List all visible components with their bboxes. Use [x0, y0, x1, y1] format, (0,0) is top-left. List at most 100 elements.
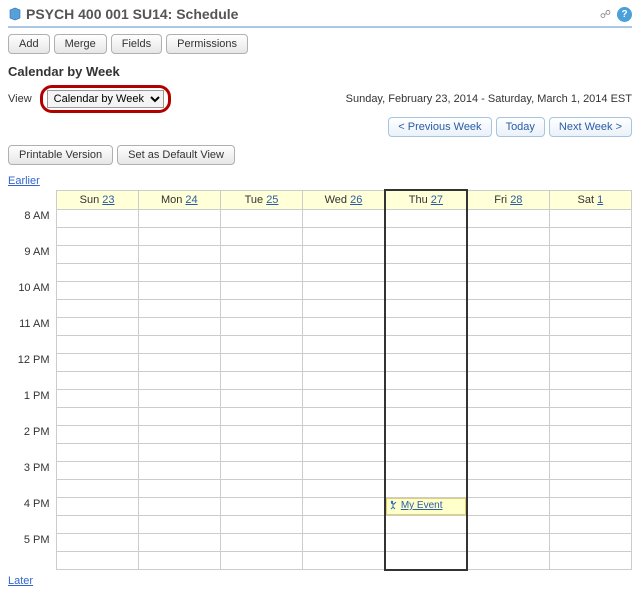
calendar-cell[interactable] — [385, 210, 467, 228]
calendar-cell[interactable] — [549, 354, 631, 372]
calendar-cell[interactable] — [385, 426, 467, 444]
calendar-cell[interactable] — [138, 318, 220, 336]
calendar-cell[interactable] — [56, 534, 138, 552]
calendar-cell[interactable] — [138, 354, 220, 372]
calendar-cell[interactable] — [467, 462, 549, 480]
calendar-cell[interactable] — [467, 228, 549, 246]
calendar-cell[interactable] — [467, 318, 549, 336]
day-number-link[interactable]: 25 — [266, 194, 278, 206]
calendar-cell[interactable]: My Event — [385, 498, 467, 516]
calendar-cell[interactable] — [467, 336, 549, 354]
help-icon[interactable]: ? — [617, 7, 632, 22]
calendar-cell[interactable] — [56, 480, 138, 498]
calendar-cell[interactable] — [220, 480, 302, 498]
calendar-cell[interactable] — [56, 282, 138, 300]
printable-button[interactable]: Printable Version — [8, 145, 113, 165]
calendar-cell[interactable] — [385, 228, 467, 246]
calendar-cell[interactable] — [385, 390, 467, 408]
calendar-cell[interactable] — [385, 408, 467, 426]
calendar-cell[interactable] — [303, 444, 385, 462]
calendar-cell[interactable] — [220, 318, 302, 336]
calendar-cell[interactable] — [385, 372, 467, 390]
calendar-cell[interactable] — [56, 318, 138, 336]
day-number-link[interactable]: 27 — [431, 194, 443, 206]
calendar-cell[interactable] — [303, 462, 385, 480]
calendar-cell[interactable] — [467, 552, 549, 570]
calendar-cell[interactable] — [303, 282, 385, 300]
calendar-cell[interactable] — [220, 336, 302, 354]
calendar-cell[interactable] — [56, 444, 138, 462]
fields-button[interactable]: Fields — [111, 34, 162, 54]
merge-button[interactable]: Merge — [54, 34, 107, 54]
calendar-cell[interactable] — [138, 282, 220, 300]
previous-week-button[interactable]: < Previous Week — [388, 117, 491, 137]
calendar-cell[interactable] — [385, 462, 467, 480]
calendar-cell[interactable] — [220, 444, 302, 462]
calendar-cell[interactable] — [56, 516, 138, 534]
calendar-cell[interactable] — [303, 336, 385, 354]
calendar-cell[interactable] — [467, 282, 549, 300]
day-number-link[interactable]: 1 — [597, 194, 603, 206]
calendar-cell[interactable] — [138, 408, 220, 426]
calendar-cell[interactable] — [138, 444, 220, 462]
calendar-cell[interactable] — [138, 228, 220, 246]
default-view-button[interactable]: Set as Default View — [117, 145, 235, 165]
calendar-cell[interactable] — [303, 426, 385, 444]
calendar-cell[interactable] — [385, 552, 467, 570]
calendar-cell[interactable] — [467, 372, 549, 390]
later-link[interactable]: Later — [8, 575, 33, 587]
calendar-cell[interactable] — [467, 444, 549, 462]
calendar-cell[interactable] — [467, 498, 549, 516]
calendar-cell[interactable] — [467, 426, 549, 444]
calendar-cell[interactable] — [138, 246, 220, 264]
calendar-cell[interactable] — [467, 300, 549, 318]
calendar-cell[interactable] — [138, 480, 220, 498]
calendar-cell[interactable] — [549, 552, 631, 570]
calendar-cell[interactable] — [138, 516, 220, 534]
calendar-cell[interactable] — [56, 552, 138, 570]
calendar-cell[interactable] — [138, 390, 220, 408]
calendar-cell[interactable] — [56, 210, 138, 228]
calendar-cell[interactable] — [303, 264, 385, 282]
calendar-cell[interactable] — [56, 246, 138, 264]
calendar-cell[interactable] — [303, 516, 385, 534]
calendar-cell[interactable] — [549, 282, 631, 300]
calendar-cell[interactable] — [220, 552, 302, 570]
calendar-cell[interactable] — [220, 264, 302, 282]
calendar-cell[interactable] — [467, 534, 549, 552]
calendar-cell[interactable] — [220, 426, 302, 444]
calendar-cell[interactable] — [138, 462, 220, 480]
calendar-cell[interactable] — [303, 480, 385, 498]
calendar-cell[interactable] — [303, 534, 385, 552]
calendar-cell[interactable] — [138, 210, 220, 228]
calendar-cell[interactable] — [385, 264, 467, 282]
calendar-cell[interactable] — [220, 228, 302, 246]
calendar-cell[interactable] — [467, 210, 549, 228]
calendar-cell[interactable] — [303, 408, 385, 426]
calendar-cell[interactable] — [385, 282, 467, 300]
calendar-cell[interactable] — [467, 354, 549, 372]
calendar-cell[interactable] — [138, 372, 220, 390]
calendar-cell[interactable] — [138, 336, 220, 354]
calendar-cell[interactable] — [549, 210, 631, 228]
calendar-cell[interactable] — [220, 462, 302, 480]
calendar-cell[interactable] — [385, 336, 467, 354]
calendar-cell[interactable] — [220, 534, 302, 552]
today-button[interactable]: Today — [496, 117, 545, 137]
day-number-link[interactable]: 26 — [350, 194, 362, 206]
calendar-event[interactable]: My Event — [386, 498, 466, 515]
calendar-cell[interactable] — [56, 408, 138, 426]
calendar-cell[interactable] — [549, 534, 631, 552]
calendar-cell[interactable] — [549, 246, 631, 264]
calendar-cell[interactable] — [220, 210, 302, 228]
calendar-cell[interactable] — [303, 318, 385, 336]
calendar-cell[interactable] — [549, 264, 631, 282]
calendar-cell[interactable] — [385, 246, 467, 264]
add-button[interactable]: Add — [8, 34, 50, 54]
calendar-cell[interactable] — [138, 534, 220, 552]
calendar-cell[interactable] — [467, 390, 549, 408]
calendar-cell[interactable] — [549, 480, 631, 498]
calendar-cell[interactable] — [138, 552, 220, 570]
calendar-cell[interactable] — [56, 336, 138, 354]
permissions-button[interactable]: Permissions — [166, 34, 248, 54]
